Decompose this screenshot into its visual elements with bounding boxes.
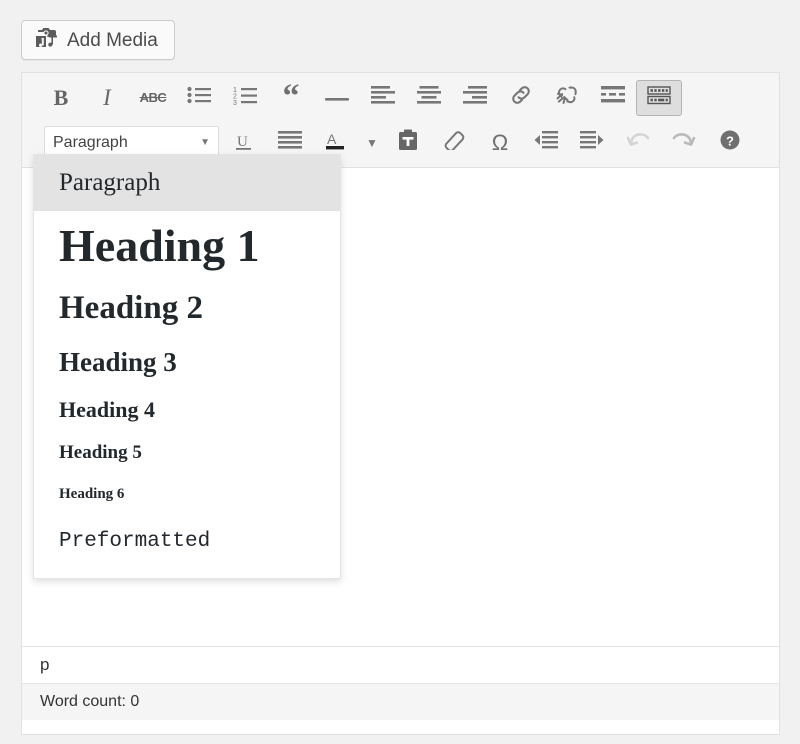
format-option-heading-4[interactable]: Heading 4	[34, 387, 340, 432]
format-dropdown-menu: Paragraph Heading 1 Heading 2 Heading 3 …	[33, 154, 341, 579]
format-option-heading-1[interactable]: Heading 1	[34, 211, 340, 279]
underline-icon: U	[234, 131, 254, 155]
format-option-preformatted[interactable]: Preformatted	[34, 514, 340, 568]
format-option-label: Heading 3	[59, 346, 177, 377]
bulleted-list-icon	[187, 86, 211, 109]
outdent-icon	[534, 131, 558, 154]
chevron-down-icon: ▼	[200, 137, 210, 148]
word-count-bar: Word count: 0	[22, 683, 779, 720]
increase-indent-button[interactable]	[569, 125, 615, 161]
bulleted-list-button[interactable]	[176, 80, 222, 116]
horizontal-rule-button[interactable]	[314, 80, 360, 116]
keyboard-shortcuts-button[interactable]: ?	[707, 125, 753, 161]
format-option-label: Paragraph	[59, 169, 161, 196]
align-left-button[interactable]	[360, 80, 406, 116]
svg-text:A: A	[327, 131, 337, 147]
omega-icon: Ω	[491, 129, 509, 155]
format-option-paragraph[interactable]: Paragraph	[34, 155, 340, 211]
add-media-button[interactable]: Add Media	[21, 20, 175, 60]
toolbar-row-1: B I ABC 1 2 3 “	[26, 75, 775, 120]
align-center-icon	[417, 86, 441, 109]
strikethrough-icon: ABC	[139, 90, 167, 105]
toolbar-toggle-icon	[647, 85, 671, 110]
toggle-toolbar-button[interactable]	[636, 79, 682, 116]
insert-link-button[interactable]	[498, 80, 544, 116]
clear-formatting-button[interactable]	[431, 125, 477, 161]
help-icon: ?	[719, 129, 741, 156]
word-count-label: Word count: 0	[40, 693, 140, 710]
unlink-icon	[555, 84, 579, 111]
align-right-button[interactable]	[452, 80, 498, 116]
format-option-heading-3[interactable]: Heading 3	[34, 337, 340, 387]
text-color-icon: A	[325, 130, 347, 155]
svg-text:?: ?	[726, 134, 734, 149]
align-center-button[interactable]	[406, 80, 452, 116]
format-option-label: Heading 6	[59, 485, 125, 502]
bold-icon: B	[53, 84, 69, 110]
link-icon	[509, 84, 533, 111]
align-justify-icon	[278, 131, 302, 154]
undo-icon	[626, 130, 650, 155]
wordpress-editor-screen: Add Media B I ABC 1 2 3 “ Paragraph ▼ U …	[0, 0, 800, 744]
format-option-label: Preformatted	[59, 529, 211, 553]
numbered-list-button[interactable]: 1 2 3	[222, 80, 268, 116]
remove-link-button[interactable]	[544, 80, 590, 116]
element-path-bar[interactable]: p	[22, 646, 779, 683]
paste-as-text-icon	[398, 129, 418, 156]
format-option-label: Heading 5	[59, 442, 142, 463]
align-right-icon	[463, 86, 487, 109]
bold-button[interactable]: B	[38, 80, 84, 116]
add-media-label: Add Media	[67, 29, 158, 51]
media-buttons-bar: Add Media	[21, 20, 175, 60]
indent-icon	[580, 131, 604, 154]
element-path: p	[40, 655, 50, 674]
insert-more-button[interactable]	[590, 80, 636, 116]
numbered-list-icon: 1 2 3	[233, 86, 258, 110]
redo-icon	[672, 130, 696, 155]
format-option-label: Heading 1	[59, 219, 260, 271]
blockquote-icon: “	[282, 78, 300, 116]
insert-more-icon	[601, 86, 625, 109]
format-option-heading-2[interactable]: Heading 2	[34, 279, 340, 337]
italic-button[interactable]: I	[84, 80, 130, 116]
svg-text:U: U	[237, 134, 248, 150]
eraser-icon	[443, 130, 466, 155]
italic-icon: I	[103, 84, 111, 110]
format-select-value: Paragraph	[53, 133, 128, 151]
chevron-down-icon: ▼	[366, 135, 378, 150]
align-left-icon	[371, 86, 395, 109]
paste-as-text-button[interactable]	[385, 125, 431, 161]
svg-text:3: 3	[233, 100, 237, 105]
media-camera-note-icon	[35, 26, 59, 54]
decrease-indent-button[interactable]	[523, 125, 569, 161]
strikethrough-button[interactable]: ABC	[130, 80, 176, 116]
undo-button[interactable]	[615, 125, 661, 161]
horizontal-rule-icon	[325, 89, 349, 107]
blockquote-button[interactable]: “	[268, 80, 314, 116]
format-option-label: Heading 4	[59, 396, 155, 422]
text-color-dropdown[interactable]: ▼	[359, 125, 385, 161]
special-character-button[interactable]: Ω	[477, 125, 523, 161]
format-option-heading-6[interactable]: Heading 6	[34, 474, 340, 514]
format-option-label: Heading 2	[59, 289, 203, 326]
redo-button[interactable]	[661, 125, 707, 161]
format-option-heading-5[interactable]: Heading 5	[34, 432, 340, 474]
